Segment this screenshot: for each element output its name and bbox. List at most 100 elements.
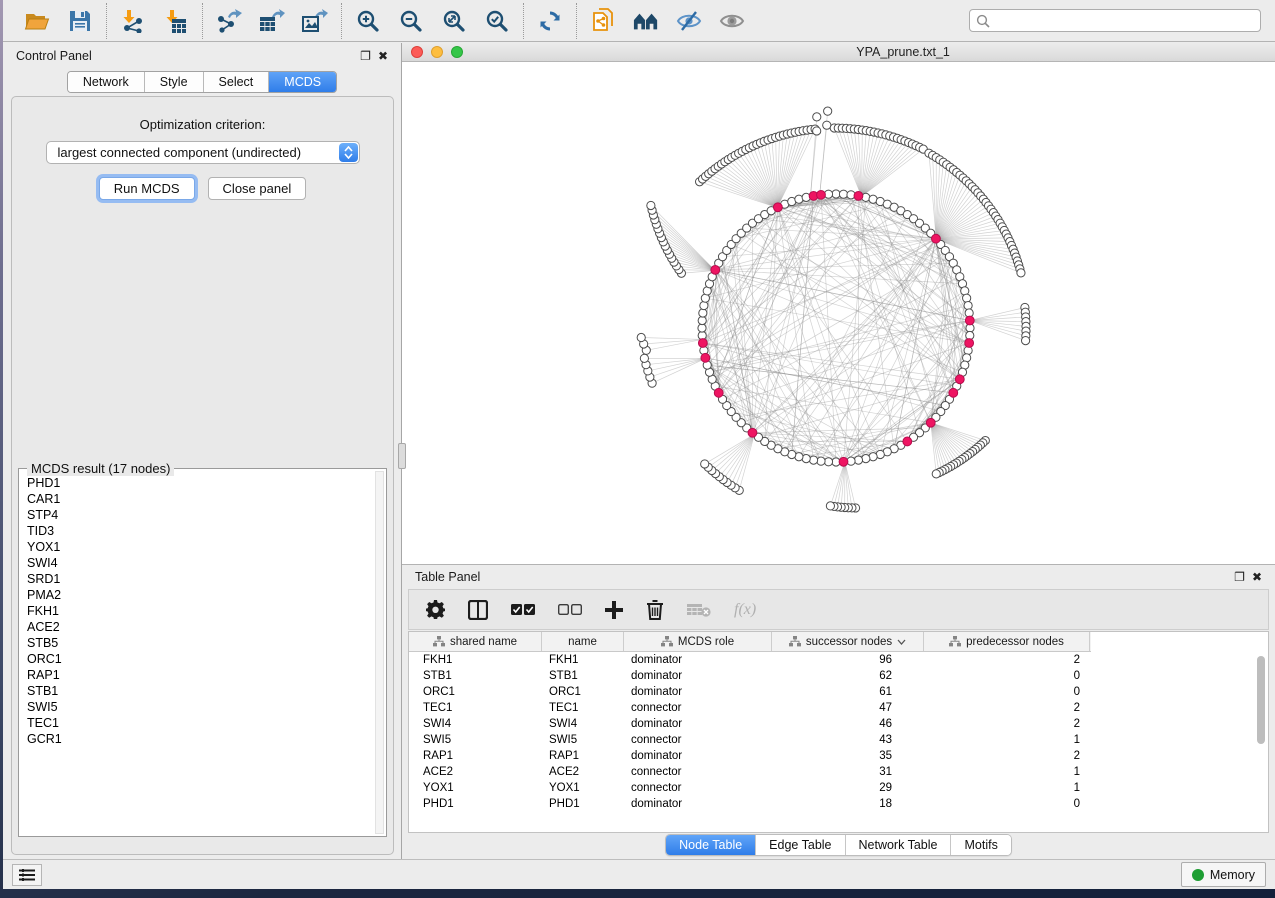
network-search-box[interactable] xyxy=(969,9,1261,32)
show-column-panel-icon[interactable] xyxy=(468,600,488,620)
table-row[interactable]: ACE2ACE2connector311 xyxy=(409,764,1268,780)
mcds-node-item[interactable]: TEC1 xyxy=(27,715,374,731)
search-input[interactable] xyxy=(994,14,1254,28)
network-leaf-node[interactable] xyxy=(701,460,709,468)
close-panel-button[interactable]: Close panel xyxy=(208,177,307,200)
mcds-node-item[interactable]: STB5 xyxy=(27,635,374,651)
table-row[interactable]: TEC1TEC1connector472 xyxy=(409,700,1268,716)
network-node[interactable] xyxy=(698,316,706,324)
table-row[interactable]: YOX1YOX1connector291 xyxy=(409,780,1268,796)
network-leaf-node[interactable] xyxy=(647,201,655,209)
network-leaf-node[interactable] xyxy=(813,127,821,135)
mcds-node-item[interactable]: ORC1 xyxy=(27,651,374,667)
network-node[interactable] xyxy=(817,457,825,465)
mcds-node-item[interactable]: RAP1 xyxy=(27,667,374,683)
network-canvas[interactable] xyxy=(402,62,1275,564)
table-row[interactable]: FKH1FKH1dominator962 xyxy=(409,652,1268,668)
mcds-node-item[interactable]: PHD1 xyxy=(27,475,374,491)
tab-mcds[interactable]: MCDS xyxy=(268,72,336,92)
network-node[interactable] xyxy=(700,301,708,309)
refresh-icon[interactable] xyxy=(537,8,563,34)
network-mcds-node[interactable] xyxy=(949,388,958,397)
mcds-result-list[interactable]: PHD1CAR1STP4TID3YOX1SWI4SRD1PMA2FKH1ACE2… xyxy=(27,475,374,834)
column-header-name[interactable]: name xyxy=(542,632,624,651)
network-mcds-node[interactable] xyxy=(698,339,707,348)
mcds-node-item[interactable]: CAR1 xyxy=(27,491,374,507)
table-scrollbar[interactable] xyxy=(1257,656,1265,744)
network-node[interactable] xyxy=(839,190,847,198)
zoom-out-icon[interactable] xyxy=(398,8,424,34)
mcds-node-item[interactable]: SWI5 xyxy=(27,699,374,715)
import-network-icon[interactable] xyxy=(120,8,146,34)
mcds-node-item[interactable]: STB1 xyxy=(27,683,374,699)
export-table-icon[interactable] xyxy=(259,8,285,34)
panel-resize-handle[interactable] xyxy=(398,443,406,469)
mcds-list-scrollbar[interactable] xyxy=(375,471,384,834)
column-header-MCDS-role[interactable]: MCDS role xyxy=(624,632,772,651)
network-leaf-node[interactable] xyxy=(826,502,834,510)
import-table-icon[interactable] xyxy=(163,8,189,34)
show-all-icon[interactable] xyxy=(719,8,745,34)
network-node[interactable] xyxy=(699,309,707,317)
zoom-selected-icon[interactable] xyxy=(484,8,510,34)
network-node[interactable] xyxy=(963,294,971,302)
network-mcds-node[interactable] xyxy=(701,353,710,362)
export-network-icon[interactable] xyxy=(216,8,242,34)
network-node[interactable] xyxy=(832,190,840,198)
network-node[interactable] xyxy=(862,455,870,463)
network-mcds-node[interactable] xyxy=(714,388,723,397)
mcds-node-item[interactable]: TID3 xyxy=(27,523,374,539)
network-mcds-node[interactable] xyxy=(839,457,848,466)
column-header-successor-nodes[interactable]: successor nodes xyxy=(772,632,924,651)
maximize-window-icon[interactable] xyxy=(451,46,463,58)
table-row[interactable]: ORC1ORC1dominator610 xyxy=(409,684,1268,700)
network-window-titlebar[interactable]: YPA_prune.txt_1 xyxy=(402,43,1275,62)
column-header-shared-name[interactable]: shared name xyxy=(409,632,542,651)
network-node[interactable] xyxy=(824,458,832,466)
save-session-icon[interactable] xyxy=(67,8,93,34)
network-mcds-node[interactable] xyxy=(965,339,974,348)
network-mcds-node[interactable] xyxy=(711,265,720,274)
network-node[interactable] xyxy=(698,324,706,332)
mcds-node-item[interactable]: STP4 xyxy=(27,507,374,523)
hide-selected-icon[interactable] xyxy=(676,8,702,34)
network-mcds-node[interactable] xyxy=(748,428,757,437)
network-mcds-node[interactable] xyxy=(955,375,964,384)
network-mcds-node[interactable] xyxy=(903,437,912,446)
unselect-all-columns-icon[interactable] xyxy=(558,604,582,616)
network-leaf-node[interactable] xyxy=(813,113,821,121)
criterion-dropdown[interactable]: largest connected component (undirected) xyxy=(46,141,360,164)
network-leaf-node[interactable] xyxy=(824,107,832,115)
network-mcds-node[interactable] xyxy=(932,234,941,243)
mcds-node-item[interactable]: SRD1 xyxy=(27,571,374,587)
network-leaf-node[interactable] xyxy=(1017,269,1025,277)
network-leaf-node[interactable] xyxy=(640,354,648,362)
mcds-node-item[interactable]: FKH1 xyxy=(27,603,374,619)
table-row[interactable]: SWI5SWI5connector431 xyxy=(409,732,1268,748)
network-mcds-node[interactable] xyxy=(965,316,974,325)
network-mcds-node[interactable] xyxy=(773,203,782,212)
column-header-predecessor-nodes[interactable]: predecessor nodes xyxy=(924,632,1090,651)
select-all-columns-icon[interactable] xyxy=(511,604,535,616)
tab-network[interactable]: Network xyxy=(68,72,144,92)
function-builder-icon[interactable]: f(x) xyxy=(734,601,756,619)
network-mcds-node[interactable] xyxy=(926,418,935,427)
open-file-icon[interactable] xyxy=(24,8,50,34)
network-node[interactable] xyxy=(854,456,862,464)
close-table-panel-icon[interactable]: ✖ xyxy=(1252,571,1262,583)
table-row[interactable]: RAP1RAP1dominator352 xyxy=(409,748,1268,764)
tab-network-table[interactable]: Network Table xyxy=(845,835,951,855)
network-node[interactable] xyxy=(964,301,972,309)
network-leaf-node[interactable] xyxy=(637,333,645,341)
mcds-node-item[interactable]: SWI4 xyxy=(27,555,374,571)
tab-style[interactable]: Style xyxy=(144,72,203,92)
delete-columns-icon[interactable] xyxy=(646,600,664,620)
export-image-icon[interactable] xyxy=(302,8,328,34)
network-leaf-node[interactable] xyxy=(932,470,940,478)
search-network-icon[interactable] xyxy=(633,8,659,34)
close-panel-icon[interactable]: ✖ xyxy=(378,50,388,62)
table-options-gear-icon[interactable] xyxy=(426,600,445,619)
tab-select[interactable]: Select xyxy=(203,72,269,92)
delete-table-icon[interactable] xyxy=(687,602,711,618)
float-table-panel-icon[interactable]: ❐ xyxy=(1234,571,1245,583)
